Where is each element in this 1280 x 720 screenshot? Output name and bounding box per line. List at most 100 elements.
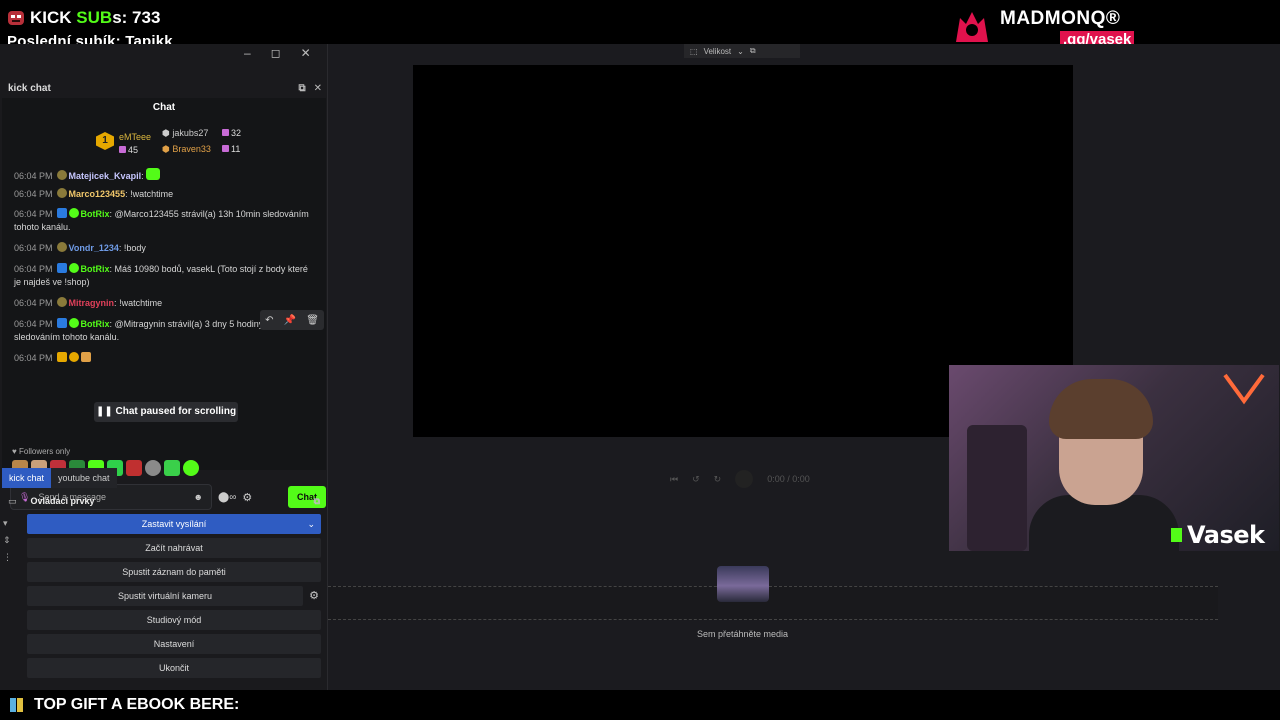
tab-kick-chat[interactable]: kick chat: [2, 468, 52, 488]
emote-icon[interactable]: [164, 460, 180, 476]
dock-title: kick chat: [8, 82, 51, 94]
size-dropdown[interactable]: Velikost: [704, 47, 732, 56]
followers-only-label: ♥ Followers only: [12, 447, 71, 456]
leader-second-count: 32: [222, 128, 241, 138]
chat-message[interactable]: 06:04 PM BotRix: @Marco123455 strávil(a) …: [14, 208, 314, 234]
controls-side-icons: ▾ ⇕ ⋮: [3, 518, 12, 563]
leader-third-count: 11: [222, 144, 240, 154]
badge-icon: [56, 242, 67, 252]
gift-badge-icon: [80, 352, 91, 362]
close-icon[interactable]: ✕: [301, 46, 311, 60]
ticker-text: TOP GIFT A EBOOK BERE:: [34, 696, 240, 713]
time-readout: 0:00 / 0:00: [767, 474, 810, 484]
bottom-ticker: TOP GIFT A EBOOK BERE:: [0, 690, 1280, 720]
preview-toolbar: ⬚ Velikost ⌄ ⧉: [684, 44, 800, 58]
drop-hint: Sem přetáhněte media: [697, 629, 789, 639]
start-replay-buffer-button[interactable]: Spustit záznam do paměti: [27, 562, 321, 582]
subs-label-suffix: s:: [112, 8, 133, 27]
chat-message[interactable]: 06:04 PM Mitragynin: !watchtime: [14, 297, 314, 310]
shield-icon: ⬢: [162, 144, 173, 154]
settings-button[interactable]: Nastavení: [27, 634, 321, 654]
studio-mode-button[interactable]: Studiový mód: [27, 610, 321, 630]
resize-icon: ⬚: [690, 46, 698, 56]
gear-icon[interactable]: ⚙: [307, 589, 321, 603]
verified-icon: [68, 263, 79, 273]
chat-message[interactable]: 06:04 PM: [14, 352, 314, 365]
media-thumbnail[interactable]: [717, 566, 769, 602]
chevron-down-icon[interactable]: ⌄: [307, 519, 315, 530]
media-drop-zone[interactable]: [328, 586, 1218, 620]
bot-badge-icon: [56, 208, 67, 218]
delete-icon[interactable]: 🗑: [306, 315, 319, 326]
more-vertical-icon[interactable]: ⋮: [3, 552, 12, 563]
subs-label-accent: SUB: [76, 8, 113, 27]
reply-icon[interactable]: ↶: [265, 315, 273, 326]
forward-icon[interactable]: ↻: [714, 474, 722, 485]
verified-icon: [68, 318, 79, 328]
verified-icon: [68, 208, 79, 218]
expand-collapse-icon[interactable]: ⇕: [3, 535, 12, 546]
rewind-icon[interactable]: ↺: [692, 474, 700, 485]
skip-back-icon[interactable]: ⏮: [670, 474, 678, 485]
chevron-down-icon: ⌄: [737, 46, 744, 56]
chat-message-list[interactable]: 06:04 PM Matejicek_Kvapil: 06:04 PM Marco1…: [2, 168, 326, 384]
float-dock-icon[interactable]: ⧉: [314, 496, 320, 507]
window-controls: – ◻ ✕: [244, 46, 311, 60]
brand-logo-icon: [956, 12, 988, 42]
badge-icon: [56, 188, 67, 198]
controls-header: ▭ Ovládací prvky ⧉: [0, 492, 328, 510]
gift-icon: [222, 129, 229, 136]
heart-icon: ♥: [12, 447, 19, 456]
rank-badge: 1: [96, 132, 114, 150]
chat-message[interactable]: 06:04 PM Matejicek_Kvapil:: [14, 168, 314, 183]
bot-badge-icon: [56, 318, 67, 328]
collapse-icon[interactable]: ▾: [3, 518, 12, 529]
emote-icon[interactable]: [183, 460, 199, 476]
chat-title: Chat: [152, 102, 176, 113]
pin-icon[interactable]: 📌: [284, 315, 296, 326]
close-dock-icon[interactable]: ✕: [314, 83, 322, 94]
tab-youtube-chat[interactable]: youtube chat: [51, 468, 117, 488]
chat-message[interactable]: 06:04 PM BotRix: Máš 10980 bodů, vasekL (…: [14, 263, 314, 289]
bot-badge-icon: [56, 263, 67, 273]
leader-second-user[interactable]: ⬢ jakubs27: [162, 128, 208, 139]
start-virtual-camera-button[interactable]: Spustit virtuální kameru ⚙: [27, 586, 319, 606]
subs-label-prefix: KICK: [30, 8, 77, 27]
gift-icon: [119, 146, 126, 153]
leader-third-user[interactable]: ⬢ Braven33: [162, 144, 211, 155]
left-dock-panel: – ◻ ✕ kick chat ⧉ ✕ Chat 1 eMTeee 45 ⬢ j…: [0, 44, 328, 690]
badge-icon: [56, 170, 67, 180]
kick-subs-counter: KICK SUBs: 733: [6, 8, 160, 28]
emote-icon[interactable]: [145, 460, 161, 476]
neon-logo-icon: [1223, 373, 1265, 405]
kick-chat-frame: Chat 1 eMTeee 45 ⬢ jakubs27 32 ⬢ Braven3…: [2, 98, 326, 510]
message-actions: ↶ 📌 🗑: [260, 310, 324, 330]
shield-icon: ⬢: [162, 128, 173, 138]
rank-badge-icon: [68, 352, 79, 362]
crown-badge-icon: [56, 352, 67, 362]
controls-title: Ovládací prvky: [30, 496, 95, 506]
maximize-icon[interactable]: ◻: [271, 46, 281, 60]
leader-top-user[interactable]: eMTeee: [119, 132, 151, 142]
exit-button[interactable]: Ukončit: [27, 658, 321, 678]
chat-message[interactable]: 06:04 PM Marco123455: !watchtime: [14, 188, 314, 201]
webcam-overlay: Vasek: [949, 365, 1279, 551]
playback-controls: ⏮ ↺ ↻ 0:00 / 0:00: [670, 470, 810, 488]
streamer-hair: [1049, 379, 1153, 439]
book-icon: [10, 698, 23, 712]
brand-name: MADMONQ®: [1000, 7, 1121, 29]
mascot-icon: [8, 11, 24, 25]
emote-icon[interactable]: [126, 460, 142, 476]
chat-paused-banner[interactable]: ❚❚ Chat paused for scrolling: [94, 402, 238, 422]
streamer-name: Vasek: [1187, 521, 1265, 549]
minimize-icon[interactable]: –: [244, 46, 251, 60]
float-dock-icon[interactable]: ⧉: [298, 83, 305, 94]
start-recording-button[interactable]: Začít nahrávat: [27, 538, 321, 558]
controls-buttons: Zastavit vysílání ⌄ Začít nahrávat Spusti…: [27, 514, 323, 682]
chat-message[interactable]: 06:04 PM Vondr_1234: !body: [14, 242, 314, 255]
dock-header: kick chat ⧉ ✕: [0, 78, 328, 98]
play-icon[interactable]: [735, 470, 754, 488]
copy-icon[interactable]: ⧉: [750, 46, 756, 56]
stop-streaming-button[interactable]: Zastavit vysílání ⌄: [27, 514, 321, 534]
chair: [967, 425, 1027, 551]
